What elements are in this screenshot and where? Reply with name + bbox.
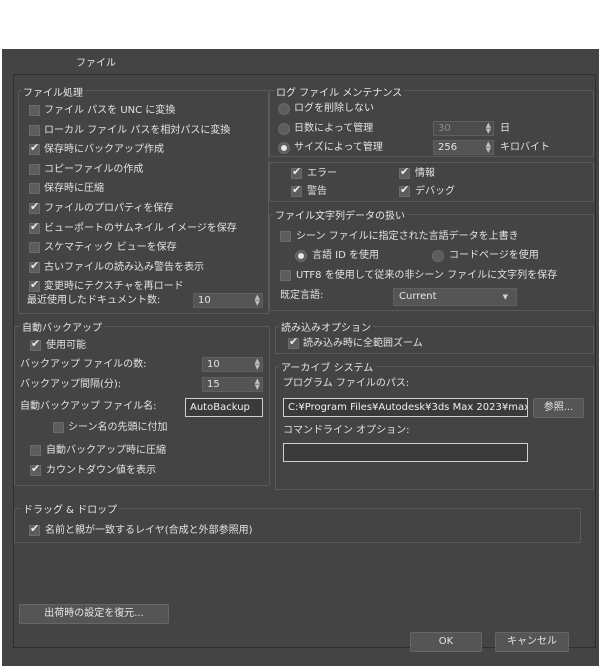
file-handling-label: ビューポートのサムネイル イメージを保存 [44, 223, 237, 234]
zoom-extents-label: 読み込み時に全範囲ズーム [303, 338, 423, 349]
default-lang-dropdown[interactable]: Current ▼ [393, 288, 517, 306]
chevron-down-icon[interactable]: ▼ [503, 289, 508, 305]
restore-defaults-button[interactable]: 出荷時の設定を復元... [19, 604, 169, 624]
import-options-title: 読み込みオプション [279, 319, 373, 334]
string-data-title: ファイル文字列データの扱い [273, 207, 407, 222]
backup-name-label: 自動バックアップ ファイル名: [20, 401, 157, 412]
program-path-input[interactable]: C:¥Program Files¥Autodesk¥3ds Max 2023¥m… [283, 398, 528, 417]
backup-count-spinner[interactable]: 10 ▲ ▼ [202, 357, 263, 372]
recent-docs-spinner[interactable]: 10 ▲ ▼ [193, 293, 263, 308]
radio-never-delete[interactable] [278, 103, 290, 115]
dragdrop-title: ドラッグ & ドロップ [21, 501, 120, 516]
backup-interval-label: バックアップ間隔(分): [20, 379, 122, 390]
radio-by-days[interactable] [278, 123, 290, 135]
utf8-checkbox[interactable] [280, 270, 291, 281]
file-handling-checkbox[interactable] [29, 141, 40, 155]
autobackup-title: 自動バックアップ [20, 319, 104, 334]
radio-by-size[interactable] [278, 142, 290, 154]
debug-checkbox[interactable] [399, 183, 410, 197]
countdown-label: カウントダウン値を表示 [46, 465, 156, 476]
file-handling-checkbox[interactable] [29, 183, 40, 194]
archive-title: アーカイブ システム [279, 359, 376, 374]
file-handling-label: 古いファイルの読み込み警告を表示 [44, 262, 204, 273]
recent-docs-value: 10 [198, 295, 211, 306]
debug-label: デバッグ [415, 186, 455, 197]
backup-name-input[interactable]: AutoBackup [185, 398, 263, 417]
autobackup-enable-checkbox[interactable] [30, 337, 41, 351]
file-handling-label: コピーファイルの作成 [44, 164, 144, 175]
browse-button[interactable]: 参照... [533, 398, 584, 418]
tab-files[interactable]: ファイル [65, 54, 127, 74]
default-lang-value: Current [399, 291, 437, 302]
file-handling-label: ファイルのプロパティを保存 [44, 203, 174, 214]
days-unit: 日 [500, 123, 510, 134]
log-maintenance-title: ログ ファイル メンテナンス [274, 84, 405, 99]
spinner-arrows-icon[interactable]: ▲ ▼ [486, 141, 491, 154]
file-handling-checkbox[interactable] [29, 125, 40, 136]
file-handling-label: 保存時にバックアップ作成 [44, 144, 164, 155]
warning-label: 警告 [307, 186, 327, 197]
autobackup-enable-label: 使用可能 [46, 340, 86, 351]
file-handling-label: ローカル ファイル パスを相対パスに変換 [44, 125, 231, 136]
size-unit: キロバイト [500, 142, 550, 153]
radio-by-size-label: サイズによって管理 [294, 142, 383, 153]
override-lang-label: シーン ファイルに指定された言語データを上書き [296, 231, 519, 242]
cancel-button[interactable]: キャンセル [495, 632, 569, 652]
file-handling-checkbox[interactable] [29, 259, 40, 273]
prefix-scene-label: シーン名の先頭に付加 [68, 422, 168, 433]
size-value: 256 [438, 142, 458, 153]
spinner-arrows-icon[interactable]: ▲ ▼ [255, 358, 260, 371]
dragdrop-match-checkbox[interactable] [29, 522, 40, 536]
size-spinner[interactable]: 256 ▲ ▼ [433, 140, 494, 155]
backup-interval-spinner[interactable]: 15 ▲ ▼ [202, 377, 263, 392]
backup-count-label: バックアップ ファイルの数: [20, 359, 147, 370]
backup-compress-label: 自動バックアップ時に圧縮 [46, 445, 166, 456]
countdown-checkbox[interactable] [30, 462, 41, 476]
file-handling-checkbox[interactable] [29, 200, 40, 214]
override-lang-checkbox[interactable] [280, 231, 291, 242]
radio-by-days-label: 日数によって管理 [294, 123, 374, 134]
radio-code-page[interactable] [432, 250, 444, 262]
file-handling-label: スケマティック ビューを保存 [44, 242, 177, 253]
radio-lang-id-label: 言語 ID を使用 [312, 250, 380, 261]
file-handling-label: 保存時に圧縮 [44, 183, 104, 194]
utf8-label: UTF8 を使用して従来の非シーン ファイルに文字列を保存 [296, 270, 558, 281]
backup-compress-checkbox[interactable] [30, 445, 41, 456]
backup-count-value: 10 [207, 359, 220, 370]
prefix-scene-checkbox[interactable] [53, 422, 64, 433]
ok-button[interactable]: OK [410, 632, 482, 652]
info-label: 情報 [415, 168, 435, 179]
file-handling-checkbox[interactable] [29, 220, 40, 234]
file-handling-checkbox[interactable] [29, 164, 40, 175]
backup-interval-value: 15 [207, 379, 220, 390]
radio-lang-id[interactable] [295, 250, 307, 262]
warning-checkbox[interactable] [291, 183, 302, 197]
error-label: エラー [307, 168, 337, 179]
file-handling-checkbox[interactable] [29, 278, 40, 292]
spinner-arrows-icon[interactable]: ▲ ▼ [486, 122, 491, 135]
file-handling-checkbox[interactable] [29, 242, 40, 253]
file-handling-title: ファイル処理 [21, 84, 85, 99]
zoom-extents-checkbox[interactable] [288, 335, 299, 349]
recent-docs-label: 最近使用したドキュメント数: [27, 295, 161, 306]
radio-never-delete-label: ログを削除しない [294, 103, 374, 114]
program-path-label: プログラム ファイルのパス: [283, 378, 410, 389]
file-handling-checkbox[interactable] [29, 105, 40, 116]
radio-code-page-label: コードページを使用 [449, 250, 539, 261]
default-lang-label: 既定言語: [280, 290, 324, 301]
spinner-arrows-icon[interactable]: ▲ ▼ [255, 294, 260, 307]
error-checkbox[interactable] [291, 165, 302, 179]
cmdline-input[interactable] [283, 443, 528, 462]
days-spinner[interactable]: 30 ▲ ▼ [433, 121, 494, 136]
cmdline-label: コマンドライン オプション: [283, 425, 410, 436]
days-value: 30 [438, 123, 451, 134]
dragdrop-match-label: 名前と親が一致するレイヤ(合成と外部参照用) [45, 525, 253, 536]
spinner-arrows-icon[interactable]: ▲ ▼ [255, 378, 260, 391]
file-handling-label: ファイル パスを UNC に変換 [44, 105, 176, 116]
info-checkbox[interactable] [399, 165, 410, 179]
